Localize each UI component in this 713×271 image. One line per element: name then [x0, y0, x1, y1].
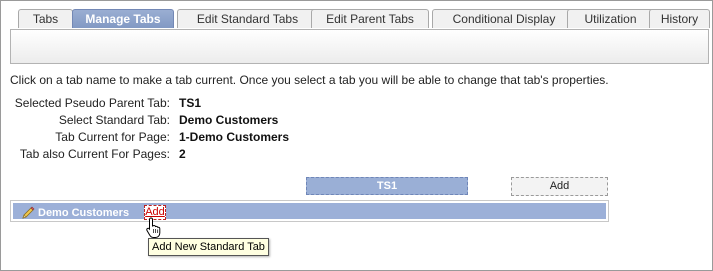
standard-tab-row: Demo Customers Add: [10, 200, 609, 222]
property-label: Select Standard Tab:: [58, 113, 170, 127]
parent-tab-ts1[interactable]: TS1: [306, 177, 468, 195]
tooltip: Add New Standard Tab: [148, 238, 269, 256]
add-parent-tab-button[interactable]: Add: [511, 177, 608, 196]
property-row: Tab Current for Page: 1-Demo Customers: [10, 130, 310, 147]
standard-tab-demo-customers[interactable]: Demo Customers: [38, 206, 129, 220]
tab-conditional-display[interactable]: Conditional Display: [432, 9, 576, 28]
tab-edit-standard-tabs[interactable]: Edit Standard Tabs: [177, 9, 318, 28]
tab-history[interactable]: History: [649, 9, 710, 28]
property-label: Tab Current for Page:: [55, 130, 170, 144]
property-value: TS1: [179, 96, 202, 110]
property-label: Tab also Current For Pages:: [19, 147, 170, 161]
standard-tab-row-fill: Demo Customers Add: [13, 203, 606, 220]
tab-content-strip: [10, 29, 709, 64]
tab-utilization[interactable]: Utilization: [567, 9, 654, 28]
property-row: Tab also Current For Pages: 2: [10, 147, 310, 164]
property-label: Selected Pseudo Parent Tab:: [14, 96, 170, 110]
tab-tabs[interactable]: Tabs: [18, 9, 73, 28]
hand-pointer-icon: [146, 217, 161, 238]
property-value: 2: [179, 147, 186, 161]
instruction-text: Click on a tab name to make a tab curren…: [10, 73, 609, 87]
property-row: Selected Pseudo Parent Tab: TS1: [10, 96, 310, 113]
property-row: Select Standard Tab: Demo Customers: [10, 113, 310, 130]
property-value: 1-Demo Customers: [179, 130, 290, 144]
pencil-icon[interactable]: [21, 206, 35, 220]
property-value: Demo Customers: [179, 113, 279, 127]
tab-edit-parent-tabs[interactable]: Edit Parent Tabs: [311, 9, 429, 28]
tab-manage-tabs[interactable]: Manage Tabs: [72, 9, 174, 28]
